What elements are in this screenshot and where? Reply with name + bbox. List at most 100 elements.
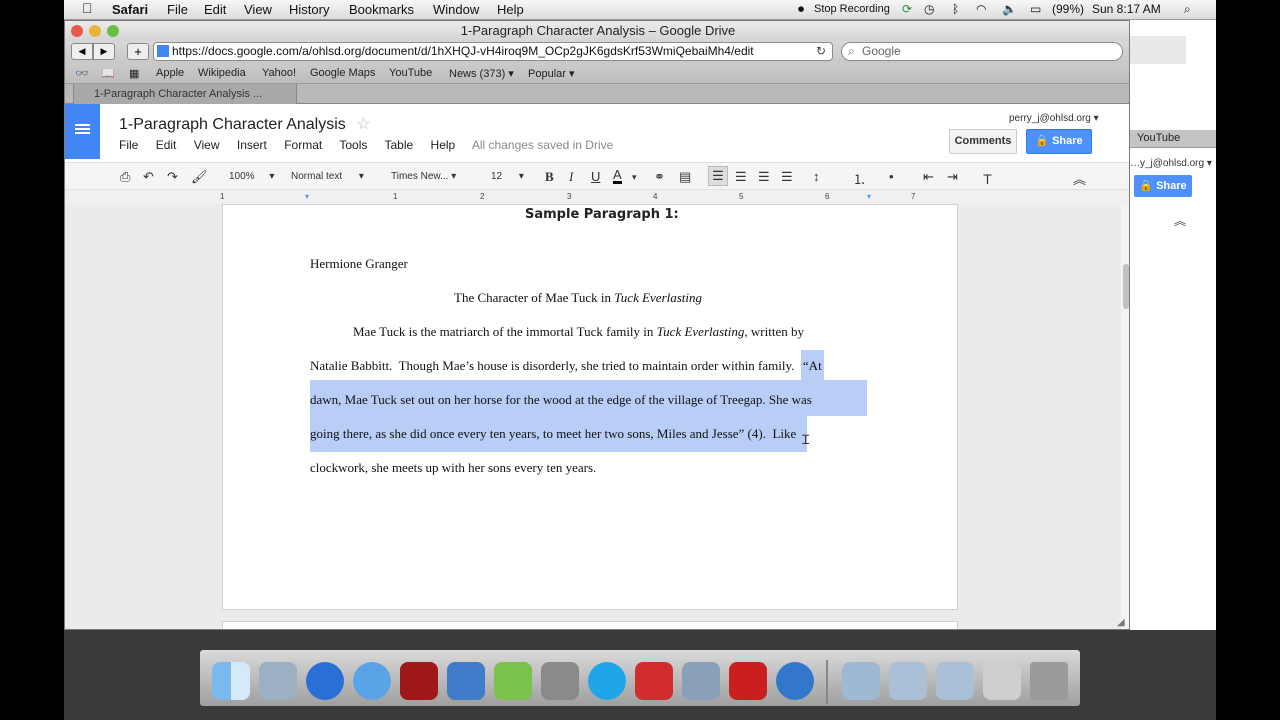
menu-edit[interactable]: Edit	[204, 2, 226, 17]
apple-icon[interactable]: 	[82, 0, 93, 16]
docs-menu-view[interactable]: View	[194, 138, 220, 152]
bookmark-news[interactable]: News (373) ▾	[449, 67, 514, 80]
ruler-indent-icon[interactable]: ▾	[305, 192, 309, 201]
decrease-indent-icon[interactable]: ⇤	[923, 169, 934, 185]
share-button[interactable]: 🔒 Share	[1026, 129, 1092, 154]
bold-icon[interactable]: B	[545, 169, 554, 185]
bulleted-list-icon[interactable]: •	[889, 169, 894, 184]
background-share-button[interactable]: 🔒 Share	[1134, 175, 1192, 197]
add-bookmark-button[interactable]: +	[127, 43, 149, 60]
undo-icon[interactable]: ↶	[143, 169, 154, 185]
resize-grip-icon[interactable]: ◢	[1117, 617, 1125, 628]
justify-icon[interactable]: ☰	[781, 169, 793, 185]
docs-menu-file[interactable]: File	[119, 138, 138, 152]
bookmark-apple[interactable]: Apple	[156, 67, 184, 79]
minimize-window-icon[interactable]	[89, 25, 101, 37]
docs-menu-edit[interactable]: Edit	[156, 138, 177, 152]
increase-indent-icon[interactable]: ⇥	[947, 169, 958, 185]
back-button[interactable]: ◀	[71, 43, 93, 60]
underline-icon[interactable]: U	[591, 169, 600, 184]
docs-menu-format[interactable]: Format	[284, 138, 322, 152]
itunes-icon[interactable]	[306, 662, 344, 700]
finder-icon[interactable]	[212, 662, 250, 700]
bookmark-wikipedia[interactable]: Wikipedia	[198, 67, 246, 79]
close-window-icon[interactable]	[71, 25, 83, 37]
safari-icon[interactable]	[353, 662, 391, 700]
redo-icon[interactable]: ↷	[167, 169, 178, 185]
documents-folder-icon[interactable]	[889, 662, 927, 700]
bluetooth-icon[interactable]: ᛒ	[952, 2, 959, 16]
ruler[interactable]: 1 ▾ 1 2 3 4 5 6 ▾ 7	[65, 190, 1129, 204]
menu-app-name[interactable]: Safari	[112, 2, 148, 17]
battery-icon[interactable]: ▭	[1030, 2, 1041, 16]
align-left-icon[interactable]: ☰	[708, 166, 728, 186]
quicktime-icon[interactable]	[776, 662, 814, 700]
document-page[interactable]: Sample Paragraph 1: Hermione Granger The…	[222, 204, 958, 610]
applications-folder-icon[interactable]	[842, 662, 880, 700]
star-icon[interactable]: ☆	[356, 116, 370, 133]
skype-icon[interactable]	[588, 662, 626, 700]
bookmark-popular[interactable]: Popular ▾	[528, 67, 575, 80]
docs-menu-table[interactable]: Table	[385, 138, 414, 152]
text-color-icon[interactable]: A	[613, 168, 622, 184]
background-collapse-icon[interactable]: ︽	[1174, 212, 1186, 229]
angry-birds-icon[interactable]	[635, 662, 673, 700]
user-account[interactable]: perry_j@ohlsd.org ▾	[1009, 113, 1099, 124]
iphoto-icon[interactable]	[682, 662, 720, 700]
line-spacing-icon[interactable]: ↕	[813, 169, 820, 184]
comments-button[interactable]: Comments	[949, 129, 1017, 154]
align-right-icon[interactable]: ☰	[758, 169, 770, 185]
document-page-2[interactable]	[222, 621, 958, 629]
scrollbar-thumb[interactable]	[1123, 264, 1129, 309]
recording-icon[interactable]: ⏺	[798, 2, 804, 17]
bookmarks-book-icon[interactable]: 📖	[101, 67, 115, 80]
bookmark-youtube[interactable]: YouTube	[389, 67, 432, 79]
print-icon[interactable]: ⎙	[120, 169, 130, 185]
downloads-folder-icon[interactable]	[936, 662, 974, 700]
paint-format-icon[interactable]: 🖌	[191, 169, 208, 185]
menu-window[interactable]: Window	[433, 2, 479, 17]
zoom-select[interactable]: 100% ▾	[229, 171, 274, 182]
photo-booth-icon[interactable]	[400, 662, 438, 700]
spotlight-icon[interactable]: ⌕	[1184, 2, 1191, 17]
system-preferences-icon[interactable]	[541, 662, 579, 700]
text-color-chevron-icon[interactable]: ▾	[632, 172, 637, 183]
search-field[interactable]: ⌕ Google	[841, 42, 1123, 61]
clear-formatting-icon[interactable]: Ｔ	[981, 169, 994, 188]
ruler-right-indent-icon[interactable]: ▾	[867, 192, 871, 201]
docs-menu-tools[interactable]: Tools	[339, 138, 367, 152]
zoom-window-icon[interactable]	[107, 25, 119, 37]
tab-document[interactable]: 1-Paragraph Character Analysis ...	[73, 84, 297, 104]
sync-icon[interactable]: ⟳	[902, 2, 912, 16]
stop-recording[interactable]: Stop Recording	[814, 3, 890, 15]
volume-icon[interactable]: 🔈	[1002, 2, 1017, 16]
collapse-toolbar-icon[interactable]: ︽	[1073, 169, 1086, 188]
menu-history[interactable]: History	[289, 2, 329, 17]
bookmark-google-maps[interactable]: Google Maps	[310, 67, 375, 79]
docs-menu-help[interactable]: Help	[431, 138, 456, 152]
top-sites-icon[interactable]: ▦	[129, 67, 139, 80]
word-icon[interactable]	[447, 662, 485, 700]
clock[interactable]: Sun 8:17 AM	[1092, 2, 1161, 16]
docs-menu-insert[interactable]: Insert	[237, 138, 267, 152]
trash-icon[interactable]	[1030, 662, 1068, 700]
align-center-icon[interactable]: ☰	[735, 169, 747, 185]
comment-icon[interactable]: ▤	[679, 169, 691, 185]
link-icon[interactable]: ⚭	[654, 169, 665, 185]
mail-icon[interactable]	[259, 662, 297, 700]
time-machine-icon[interactable]: ◷	[924, 2, 934, 16]
menu-help[interactable]: Help	[497, 2, 524, 17]
style-select[interactable]: Normal text ▾	[291, 171, 364, 182]
stack-icon[interactable]	[983, 662, 1021, 700]
document-title-text[interactable]: 1-Paragraph Character Analysis	[119, 116, 346, 133]
docs-home-icon[interactable]	[65, 104, 100, 159]
font-select[interactable]: Times New... ▾	[391, 171, 456, 182]
numbered-list-icon[interactable]: ⒈	[853, 169, 866, 188]
menu-bookmarks[interactable]: Bookmarks	[349, 2, 414, 17]
reading-list-icon[interactable]: 👓	[75, 67, 89, 80]
acrobat-icon[interactable]	[729, 662, 767, 700]
font-size-select[interactable]: 12 ▾	[491, 171, 524, 182]
forward-button[interactable]: ▶	[93, 43, 115, 60]
wifi-icon[interactable]: ◠	[976, 2, 986, 16]
italic-icon[interactable]: I	[569, 169, 573, 185]
